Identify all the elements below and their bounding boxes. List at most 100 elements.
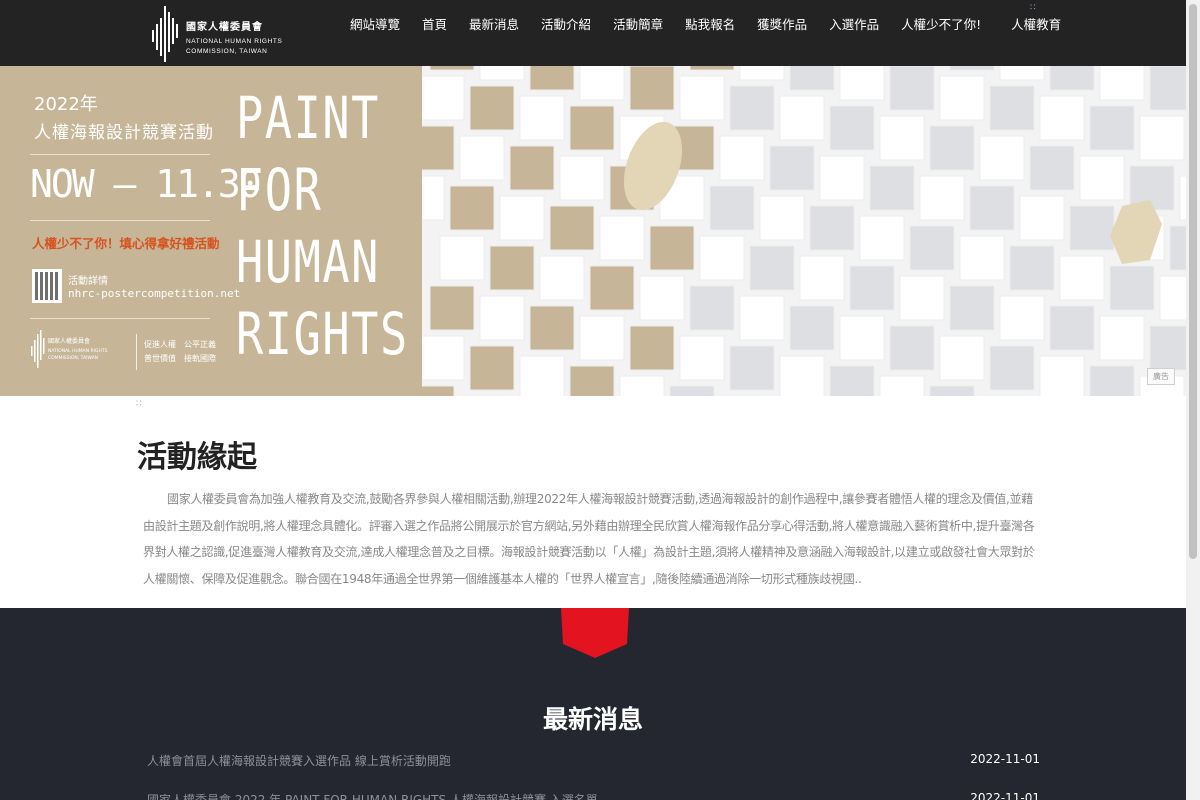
news-item-title[interactable]: 人權會首屆人權海報設計競賽入選作品 線上賞析活動開跑	[147, 752, 451, 769]
checker-tile	[879, 375, 925, 396]
site-logo[interactable]: 國家人權委員會 NATIONAL HUMAN RIGHTS COMMISSION…	[150, 4, 300, 64]
banner-slogan: 人權少不了你！填心得拿好禮活動	[32, 236, 220, 251]
hero-banner[interactable]: 2022年 人權海報設計競賽活動 NOW — 11.30 人權少不了你！填心得拿…	[0, 66, 1186, 396]
checker-tile	[419, 75, 465, 121]
banner-url: nhrc-postercompetition.net	[68, 287, 241, 300]
checker-tile	[839, 66, 885, 101]
accesskey-marker-icon[interactable]: ∷	[1030, 4, 1038, 14]
banner-year: 2022年	[34, 94, 98, 115]
news-item[interactable]: 人權會首屆人權海報設計競賽入選作品 線上賞析活動開跑 2022-11-01	[147, 752, 1040, 772]
checker-tile	[1149, 66, 1186, 111]
logo-name-zh: 國家人權委員會	[186, 22, 263, 33]
checker-tile	[1089, 105, 1135, 151]
checker-tile	[799, 255, 845, 301]
nav-winners[interactable]: 獲獎作品	[757, 14, 807, 34]
banner-tags-line1: 促進人權 公平正義	[144, 340, 216, 349]
checker-tile	[439, 235, 485, 281]
nhrc-logo-icon	[31, 330, 45, 368]
banner-event-title: 人權海報設計競賽活動	[34, 123, 214, 143]
vertical-scrollbar[interactable]	[1186, 0, 1200, 800]
checker-tile	[549, 205, 595, 251]
checker-tile	[489, 245, 535, 291]
checker-tile	[859, 215, 905, 261]
checker-tile	[1039, 95, 1085, 141]
checker-tile	[1059, 255, 1105, 301]
checker-tile	[719, 135, 765, 181]
nav-education[interactable]: 人權教育	[1011, 14, 1061, 34]
checker-tile	[639, 275, 685, 321]
checker-tile	[939, 75, 985, 121]
checker-tile	[779, 355, 825, 396]
checker-tile	[1159, 275, 1186, 321]
checker-tile	[889, 66, 935, 111]
checker-tile	[899, 275, 945, 321]
checker-tile	[1029, 145, 1075, 191]
checker-tile	[479, 295, 525, 341]
main-nav: 網站導覽 首頁 最新消息 活動介紹 活動簡章 點我報名 獲獎作品 入選作品 人權…	[350, 14, 1083, 34]
checker-tile	[1099, 315, 1145, 361]
checker-tile	[949, 285, 995, 331]
checker-tile	[619, 375, 665, 396]
checker-tile	[429, 285, 475, 331]
nav-news[interactable]: 最新消息	[469, 14, 519, 34]
checker-tile	[709, 185, 755, 231]
checker-tile	[779, 95, 825, 141]
accesskey-marker-icon[interactable]: ∷	[136, 400, 144, 410]
banner-divider	[30, 318, 210, 319]
about-section-title: 活動緣起	[137, 440, 257, 475]
nav-about[interactable]: 活動介紹	[541, 14, 591, 34]
checker-tile	[699, 235, 745, 281]
checker-tile	[919, 175, 965, 221]
checker-tile	[1019, 195, 1065, 241]
page: 國家人權委員會 NATIONAL HUMAN RIGHTS COMMISSION…	[0, 0, 1200, 800]
checker-tile	[889, 325, 935, 371]
checker-tile	[679, 75, 725, 121]
checker-tile	[1039, 355, 1085, 396]
checker-tile	[629, 325, 675, 371]
news-item-title[interactable]: 國家人權委員會 2022 年 PAINT FOR HUMAN RIGHTS 人權…	[147, 791, 598, 800]
banner-info-label: 活動詳情	[68, 276, 108, 287]
checker-tile	[469, 345, 515, 391]
scrollbar-thumb[interactable]	[1189, 4, 1197, 559]
nav-register[interactable]: 點我報名	[685, 14, 735, 34]
checker-tile	[949, 66, 995, 71]
checker-tile	[809, 205, 855, 251]
checker-tile	[839, 315, 885, 361]
about-section-body: 國家人權委員會為加強人權教育及交流,鼓勵各界參與人權相關活動,辦理2022年人權…	[143, 492, 1035, 586]
nav-selected[interactable]: 入選作品	[829, 14, 879, 34]
banner-small-logo: 國家人權委員會 NATIONAL HUMAN RIGHTS COMMISSION…	[30, 328, 140, 372]
checker-tile	[429, 66, 475, 71]
logo-name-en-line2: COMMISSION, TAIWAN	[186, 48, 268, 55]
checker-tile	[1089, 365, 1135, 396]
checker-tile	[869, 165, 915, 211]
checker-tile	[879, 115, 925, 161]
checker-tile	[909, 225, 955, 271]
banner-headline-line3: HUMAN	[236, 228, 380, 296]
logo-name-en: NATIONAL HUMAN RIGHTS COMMISSION, TAIWAN	[186, 37, 282, 57]
checker-tile	[669, 385, 715, 396]
checker-tile	[989, 345, 1035, 391]
news-item[interactable]: 國家人權委員會 2022 年 PAINT FOR HUMAN RIGHTS 人權…	[147, 791, 1040, 800]
banner-small-logo-zh: 國家人權委員會	[48, 338, 91, 345]
banner-tag-divider	[136, 334, 137, 370]
nav-sitemap[interactable]: 網站導覽	[350, 14, 400, 34]
nav-rules[interactable]: 活動簡章	[613, 14, 663, 34]
checker-tile	[1049, 66, 1095, 91]
checker-tile	[729, 345, 775, 391]
nav-campaign[interactable]: 人權少不了你!	[901, 14, 981, 34]
checker-tile	[769, 145, 815, 191]
nav-home[interactable]: 首頁	[422, 14, 447, 34]
news-section-title: 最新消息	[542, 705, 643, 734]
checker-tile	[929, 125, 975, 171]
ad-badge[interactable]: 廣告	[1147, 368, 1175, 385]
banner-info-panel: 2022年 人權海報設計競賽活動 NOW — 11.30 人權少不了你！填心得拿…	[0, 66, 422, 396]
checker-tile	[519, 355, 565, 396]
checker-tile	[729, 85, 775, 131]
checker-tile	[649, 225, 695, 271]
checker-tile	[789, 66, 835, 91]
checker-tile	[1139, 115, 1185, 161]
checker-tile	[979, 135, 1025, 181]
news-item-date: 2022-11-01	[970, 791, 1040, 800]
checker-tile	[829, 105, 875, 151]
checker-tile	[529, 66, 575, 91]
